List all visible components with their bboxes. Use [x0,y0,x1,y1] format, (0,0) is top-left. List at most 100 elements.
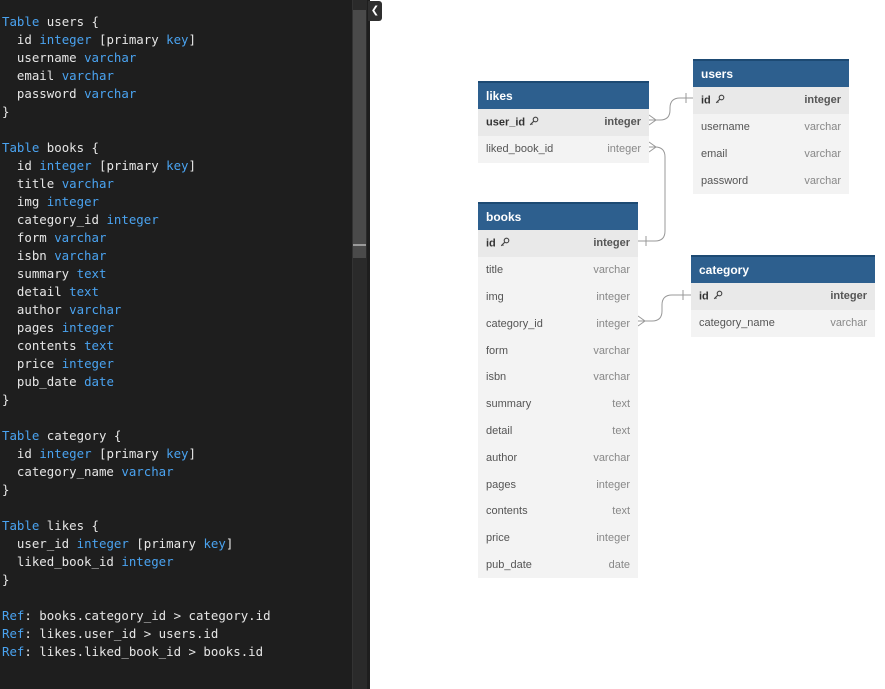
table-row[interactable]: category_id integer [478,310,638,337]
code-line[interactable]: user_id integer [primary key] [2,535,271,553]
code-line[interactable]: Table users { [2,13,271,31]
code-line[interactable] [2,409,271,427]
column-name: pub_date [486,558,532,571]
column-name-cell: category_id [486,318,543,330]
code-line[interactable]: img integer [2,193,271,211]
code-line[interactable]: id integer [primary key] [2,157,271,175]
code-line[interactable]: username varchar [2,49,271,67]
code-line[interactable]: category_id integer [2,211,271,229]
table-row[interactable]: id integer [693,87,849,114]
code-line[interactable] [2,121,271,139]
code-token: users { [39,14,99,29]
table-row[interactable]: user_id integer [478,109,649,136]
code-line[interactable]: } [2,103,271,121]
code-keyword: varchar [54,230,107,245]
table-row[interactable]: username varchar [693,114,849,141]
table-row[interactable]: email varchar [693,141,849,168]
code-line[interactable]: author varchar [2,301,271,319]
code-token: [primary [91,32,167,47]
table-row[interactable]: detail text [478,418,638,445]
table-likes[interactable]: likes user_id integer liked_book_id integer [478,81,649,163]
table-row[interactable]: pages integer [478,471,638,498]
column-type: varchar [830,317,867,330]
code-line[interactable]: isbn varchar [2,247,271,265]
code-line[interactable]: form varchar [2,229,271,247]
code-token: price [2,356,62,371]
code-keyword: varchar [121,464,174,479]
code-line[interactable]: category_name varchar [2,463,271,481]
code-line[interactable]: contents text [2,337,271,355]
column-name: img [486,290,504,303]
code-line[interactable]: title varchar [2,175,271,193]
code-line[interactable]: liked_book_id integer [2,553,271,571]
column-name: password [701,174,749,187]
code-token: } [2,572,10,587]
diagram-canvas[interactable]: likes user_id integer liked_book_id integer … [370,0,885,689]
table-header-category[interactable]: category [691,255,875,283]
code-keyword: integer [121,554,174,569]
key-icon [713,290,723,303]
column-name-cell: form [486,345,508,357]
table-row[interactable]: summary text [478,391,638,418]
code-line[interactable]: Table likes { [2,517,271,535]
code-editor[interactable]: Table users { id integer [primary key] u… [0,0,370,689]
table-row[interactable]: password varchar [693,167,849,194]
code-line[interactable]: Table category { [2,427,271,445]
table-header-users[interactable]: users [693,59,849,87]
code-text[interactable]: Table users { id integer [primary key] u… [2,13,271,661]
table-row[interactable]: form varchar [478,337,638,364]
code-token: likes { [39,518,99,533]
code-line[interactable]: price integer [2,355,271,373]
code-token: } [2,482,10,497]
code-line[interactable]: detail text [2,283,271,301]
table-row[interactable]: liked_book_id integer [478,136,649,163]
code-token: isbn [2,248,55,263]
table-row[interactable]: contents text [478,498,638,525]
code-token: pages [2,320,62,335]
code-keyword: integer [76,536,129,551]
code-line[interactable]: pages integer [2,319,271,337]
code-line[interactable]: } [2,571,271,589]
code-line[interactable]: } [2,391,271,409]
table-header-books[interactable]: books [478,202,638,230]
column-name: price [486,532,510,545]
code-line[interactable]: summary text [2,265,271,283]
table-row[interactable]: pub_date date [478,552,638,579]
column-name-cell: isbn [486,371,506,383]
table-row[interactable]: price integer [478,525,638,552]
table-books[interactable]: books id integer title varchar img integer cate… [478,202,638,579]
editor-scrollbar-thumb[interactable] [353,10,366,258]
code-line[interactable] [2,589,271,607]
table-row[interactable]: category_name varchar [691,310,875,337]
table-header-likes[interactable]: likes [478,81,649,109]
code-line[interactable]: id integer [primary key] [2,445,271,463]
code-line[interactable]: } [2,481,271,499]
table-row[interactable]: title varchar [478,257,638,284]
code-line[interactable]: id integer [primary key] [2,31,271,49]
table-row[interactable]: id integer [478,230,638,257]
code-line[interactable] [2,499,271,517]
code-line[interactable]: pub_date date [2,373,271,391]
code-token: : likes.liked_book_id > books.id [24,644,264,659]
column-name-cell: detail [486,425,512,437]
code-token: ] [188,158,196,173]
code-line[interactable]: email varchar [2,67,271,85]
column-name-cell: password [701,175,748,187]
code-line[interactable]: Ref: books.category_id > category.id [2,607,271,625]
code-keyword: text [69,284,99,299]
table-row[interactable]: isbn varchar [478,364,638,391]
table-row[interactable]: img integer [478,284,638,311]
code-token: id [2,158,40,173]
table-row[interactable]: id integer [691,283,875,310]
table-row[interactable]: author varchar [478,444,638,471]
code-keyword: Ref [2,644,25,659]
column-name: category_name [699,317,775,330]
code-line[interactable]: Ref: likes.user_id > users.id [2,625,271,643]
table-category[interactable]: category id integer category_name varchar [691,255,875,337]
code-line[interactable]: Table books { [2,139,271,157]
code-line[interactable]: password varchar [2,85,271,103]
table-users[interactable]: users id integer username varchar email varcha… [693,59,849,195]
column-name-cell: email [701,148,727,160]
column-type: integer [604,116,641,129]
code-line[interactable]: Ref: likes.liked_book_id > books.id [2,643,271,661]
